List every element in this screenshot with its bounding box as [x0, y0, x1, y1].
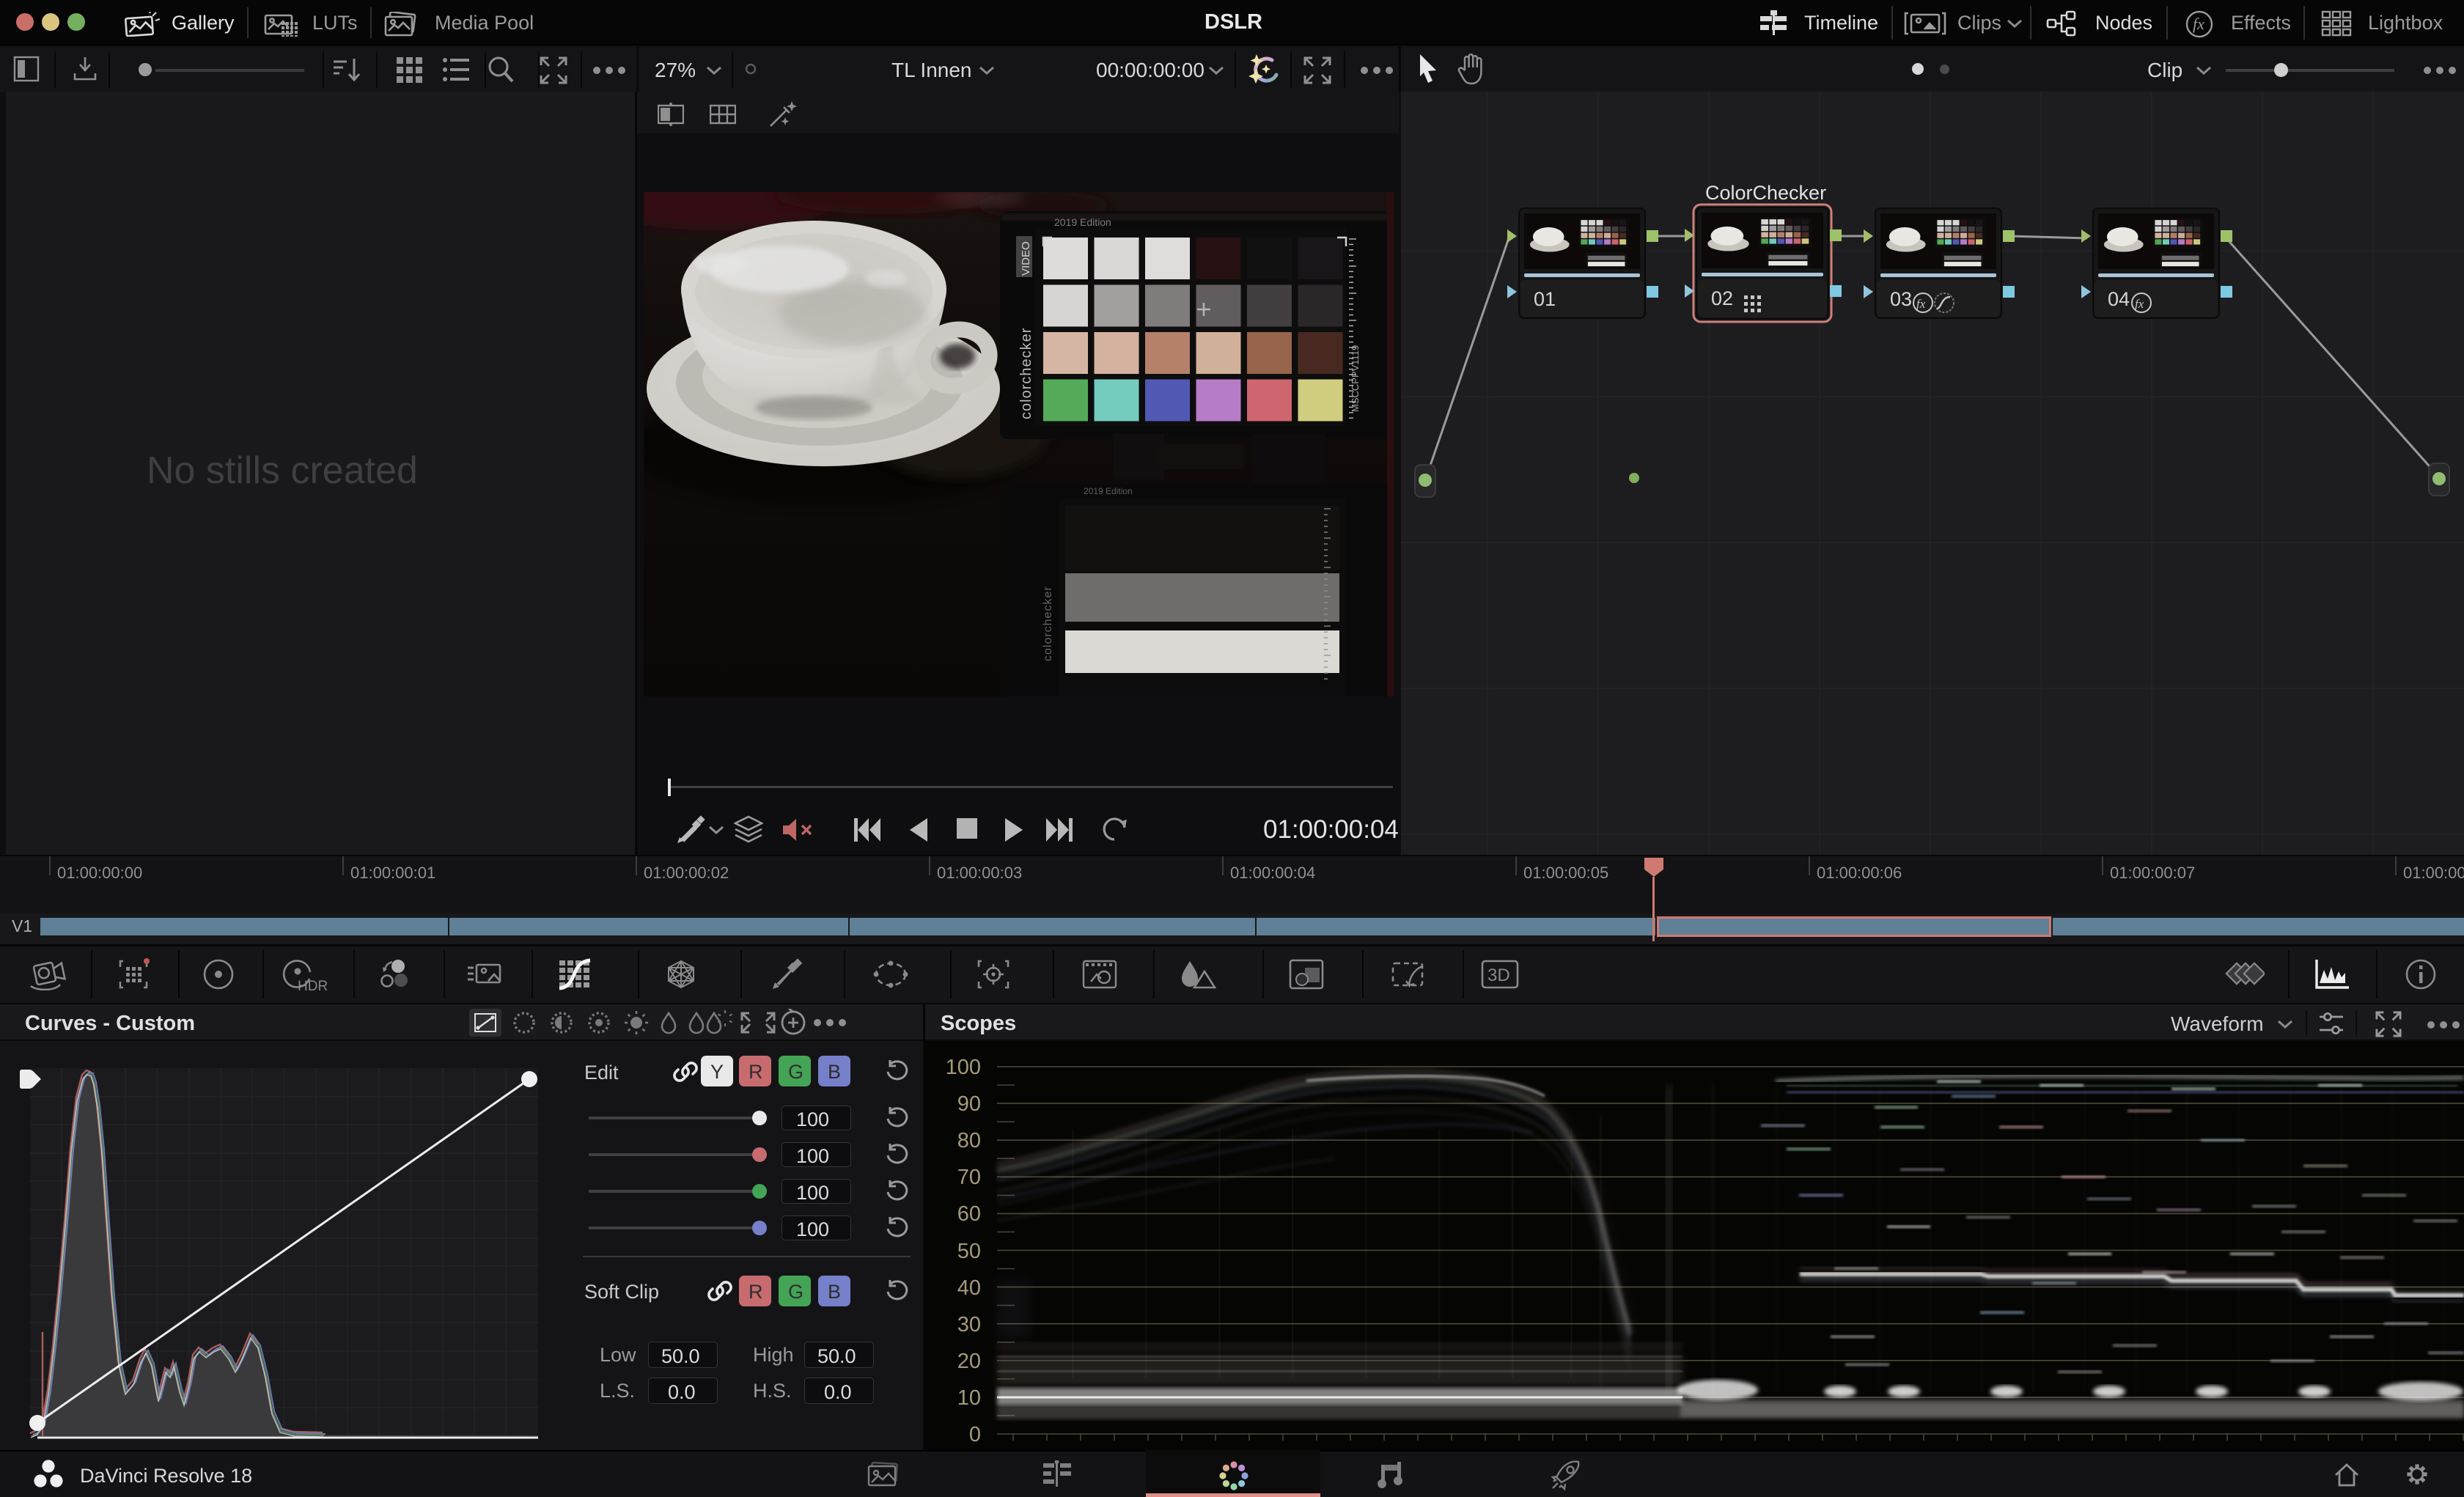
- svg-text:02: 02: [1711, 287, 1733, 309]
- svg-text:50: 50: [957, 1240, 981, 1263]
- svg-text:30: 30: [957, 1313, 981, 1336]
- svg-text:0: 0: [969, 1423, 981, 1446]
- svg-text:ColorChecker: ColorChecker: [1705, 182, 1826, 204]
- svg-text:04: 04: [2108, 288, 2130, 310]
- svg-text:fx: fx: [2135, 297, 2144, 311]
- svg-text:60: 60: [957, 1202, 981, 1226]
- svg-text:10: 10: [957, 1386, 981, 1410]
- svg-text:fx: fx: [1916, 297, 1926, 311]
- svg-text:03: 03: [1890, 288, 1912, 310]
- svg-text:HDR: HDR: [298, 979, 328, 993]
- svg-text:3D: 3D: [1487, 965, 1510, 985]
- svg-text:fx: fx: [2193, 15, 2204, 33]
- svg-text:70: 70: [957, 1166, 981, 1189]
- svg-text:20: 20: [957, 1350, 981, 1373]
- svg-text:90: 90: [957, 1092, 981, 1116]
- svg-text:40: 40: [957, 1276, 981, 1300]
- svg-text:100: 100: [946, 1056, 981, 1079]
- svg-text:01: 01: [1534, 288, 1556, 310]
- svg-text:80: 80: [957, 1129, 981, 1152]
